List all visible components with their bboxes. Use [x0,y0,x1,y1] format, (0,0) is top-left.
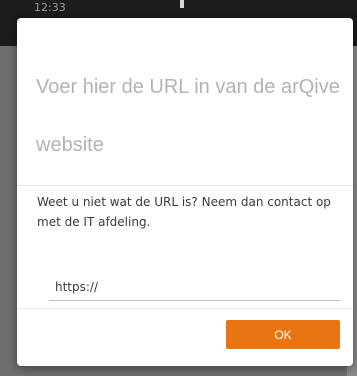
dialog-header: Voer hier de URL in van de arQive websit… [17,18,353,186]
help-text: Weet u niet wat de URL is? Neem dan cont… [37,195,331,229]
status-time: 12:33 [34,1,66,14]
header-divider [17,185,353,186]
ok-button[interactable]: OK [226,320,340,349]
url-input[interactable] [49,274,340,301]
dialog-title: Voer hier de URL in van de arQive websit… [36,76,340,156]
footer-divider [17,308,353,309]
status-indicator-icon [180,0,184,8]
url-dialog: Voer hier de URL in van de arQive websit… [17,18,353,366]
